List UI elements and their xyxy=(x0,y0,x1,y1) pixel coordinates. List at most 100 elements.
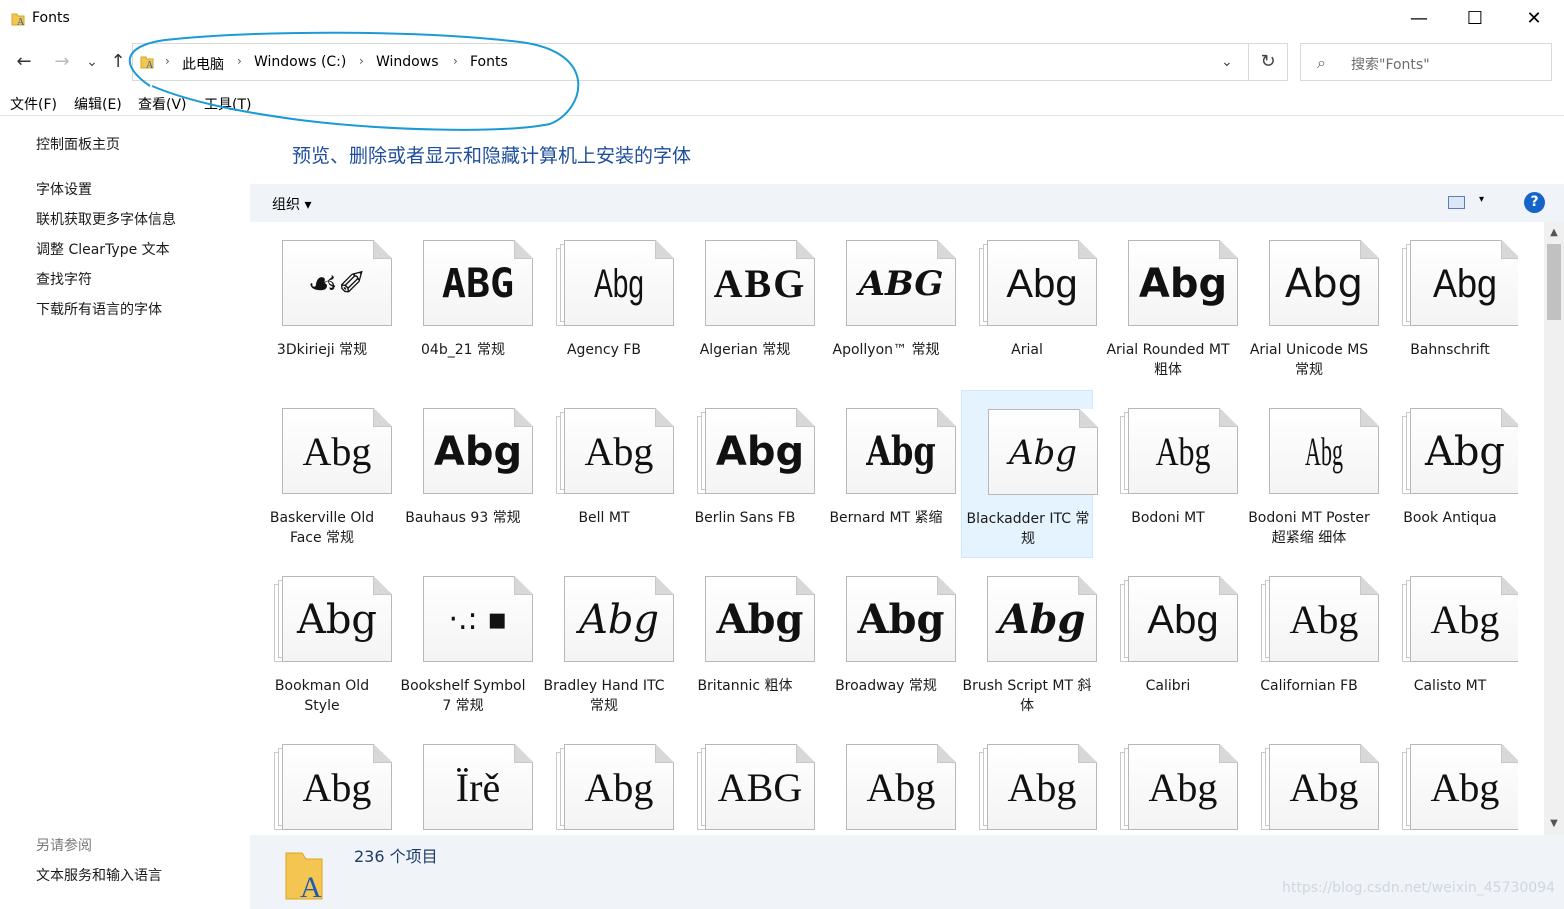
font-tile[interactable]: Abg xyxy=(256,726,392,835)
close-button[interactable]: ✕ xyxy=(1505,0,1563,38)
font-tile[interactable]: Abg Agency FB xyxy=(538,222,674,390)
font-sample-text: Abg xyxy=(1006,262,1078,306)
scroll-thumb[interactable] xyxy=(1547,244,1561,320)
scroll-down-icon[interactable]: ▼ xyxy=(1544,815,1564,833)
font-sample-text: Abg xyxy=(1289,597,1359,642)
address-dropdown-icon[interactable]: ⌄ xyxy=(1221,54,1233,70)
font-sample-text: Abg xyxy=(1155,429,1211,474)
font-tile[interactable]: Abg Californian FB xyxy=(1243,558,1379,726)
font-file-icon: Abg xyxy=(979,742,1097,834)
svg-text:A: A xyxy=(146,60,154,70)
font-tile[interactable]: Abg xyxy=(1102,726,1238,835)
font-file-icon: Abg xyxy=(979,574,1097,666)
font-tile[interactable]: Abg Bradley Hand ITC 常规 xyxy=(538,558,674,726)
font-name-label: Bernard MT 紧缩 xyxy=(829,510,943,526)
up-arrow-icon[interactable]: ↑ xyxy=(106,50,130,74)
view-options-icon[interactable] xyxy=(1448,196,1465,209)
font-sample-text: Abg xyxy=(1424,429,1506,475)
font-tile[interactable]: Ïrě xyxy=(397,726,533,835)
breadcrumb-chevron-icon[interactable]: › xyxy=(165,54,170,68)
font-tile[interactable]: Abg Broadway 常规 xyxy=(820,558,956,726)
sidebar-font-settings[interactable]: 字体设置 xyxy=(36,179,92,199)
sidebar-get-more-fonts-online[interactable]: 联机获取更多字体信息 xyxy=(36,209,176,229)
font-tile[interactable]: ·.: ▪ Bookshelf Symbol 7 常规 xyxy=(397,558,533,726)
font-sample-text: Abg xyxy=(716,596,804,643)
font-tile[interactable]: Abg Arial Unicode MS 常规 xyxy=(1243,222,1379,390)
font-sample-text: Abg xyxy=(302,765,372,810)
font-tile[interactable]: Abg Bodoni MT Poster 超紧缩 细体 xyxy=(1243,390,1379,558)
font-tile[interactable]: Abg Calisto MT xyxy=(1384,558,1518,726)
view-dropdown-icon[interactable]: ▾ xyxy=(1479,194,1484,205)
breadcrumb-chevron-icon[interactable]: › xyxy=(359,54,364,68)
font-tile[interactable]: Abg Arial Rounded MT 粗体 xyxy=(1102,222,1238,390)
font-tile[interactable]: Abg Calibri xyxy=(1102,558,1238,726)
minimize-button[interactable]: — xyxy=(1390,0,1448,38)
font-tile[interactable]: Abg Bell MT xyxy=(538,390,674,558)
search-input[interactable]: 搜索"Fonts" xyxy=(1351,54,1430,74)
font-tile[interactable]: Abg xyxy=(820,726,956,835)
menu-file[interactable]: 文件(F) xyxy=(10,94,57,114)
sidebar-control-panel-home[interactable]: 控制面板主页 xyxy=(36,134,120,154)
sidebar-adjust-cleartype[interactable]: 调整 ClearType 文本 xyxy=(36,239,170,259)
font-tile[interactable]: Abg xyxy=(1384,726,1518,835)
font-tile[interactable]: ABG Apollyon™ 常规 xyxy=(820,222,956,390)
font-tile[interactable]: Abg Bookman Old Style xyxy=(256,558,392,726)
font-tile[interactable]: Abg Bahnschrift xyxy=(1384,222,1518,390)
font-file-icon: Abg xyxy=(697,574,815,666)
font-file-icon: Abg xyxy=(1261,574,1379,666)
breadcrumb-fonts[interactable]: Fonts xyxy=(470,54,508,70)
font-name-label: Bookshelf Symbol 7 常规 xyxy=(400,678,526,714)
breadcrumb-windows-c[interactable]: Windows (C:) xyxy=(254,54,346,70)
menu-tools[interactable]: 工具(T) xyxy=(204,94,251,114)
back-arrow-icon[interactable]: ← xyxy=(12,50,36,74)
font-tile[interactable]: Abg Bodoni MT xyxy=(1102,390,1238,558)
font-file-icon: Abg xyxy=(274,574,392,666)
font-name-label: Calibri xyxy=(1145,678,1191,694)
font-file-icon: Abg xyxy=(1120,742,1238,834)
refresh-icon[interactable]: ↻ xyxy=(1248,43,1288,81)
vertical-scrollbar[interactable]: ▲ ▼ xyxy=(1544,222,1564,835)
font-tile[interactable]: Abg Bernard MT 紧缩 xyxy=(820,390,956,558)
sidebar-text-services[interactable]: 文本服务和输入语言 xyxy=(36,865,162,885)
address-bar[interactable]: A › 此电脑 › Windows (C:) › Windows › Fonts… xyxy=(132,43,1248,81)
font-tile[interactable]: ABG xyxy=(679,726,815,835)
breadcrumb-windows[interactable]: Windows xyxy=(376,54,439,70)
organize-button[interactable]: 组织 ▾ xyxy=(272,194,311,214)
breadcrumb-chevron-icon[interactable]: › xyxy=(453,54,458,68)
font-tile[interactable]: ABG 04b_21 常规 xyxy=(397,222,533,390)
maximize-button[interactable]: ☐ xyxy=(1446,0,1504,38)
font-tile[interactable]: Abg Britannic 粗体 xyxy=(679,558,815,726)
font-file-icon: Abg xyxy=(980,407,1098,499)
font-file-icon: Abg xyxy=(556,742,674,834)
font-sample-text: Abg xyxy=(584,765,654,810)
forward-arrow-icon[interactable]: → xyxy=(50,50,74,74)
font-tile[interactable]: Abg Blackadder ITC 常规 xyxy=(961,390,1098,558)
font-tile[interactable]: Abg xyxy=(538,726,674,835)
breadcrumb-this-pc[interactable]: 此电脑 xyxy=(182,54,224,74)
sidebar-find-character[interactable]: 查找字符 xyxy=(36,269,92,289)
font-file-icon: Ïrě xyxy=(415,742,533,834)
font-tile[interactable]: Abg Berlin Sans FB xyxy=(679,390,815,558)
font-name-label: Berlin Sans FB xyxy=(694,510,796,526)
font-name-label: Californian FB xyxy=(1260,678,1358,694)
menu-edit[interactable]: 编辑(E) xyxy=(74,94,122,114)
font-file-icon: Abg xyxy=(1402,574,1518,666)
font-tile[interactable]: Abg Arial xyxy=(961,222,1097,390)
font-tile[interactable]: Abg Bauhaus 93 常规 xyxy=(397,390,533,558)
font-tile[interactable]: ☙✐ 3Dkirieji 常规 xyxy=(256,222,392,390)
scroll-up-icon[interactable]: ▲ xyxy=(1544,224,1564,242)
font-tile[interactable]: Abg xyxy=(961,726,1097,835)
sidebar-download-all-language-fonts[interactable]: 下载所有语言的字体 xyxy=(36,299,162,319)
font-tile[interactable]: Abg Book Antiqua xyxy=(1384,390,1518,558)
font-tile[interactable]: ABG Algerian 常规 xyxy=(679,222,815,390)
help-icon[interactable]: ? xyxy=(1524,192,1545,213)
search-box[interactable]: ⌕ 搜索"Fonts" xyxy=(1300,43,1552,81)
font-tile[interactable]: Abg Brush Script MT 斜体 xyxy=(961,558,1097,726)
breadcrumb-chevron-icon[interactable]: › xyxy=(237,54,242,68)
font-tile[interactable]: Abg xyxy=(1243,726,1379,835)
menu-view[interactable]: 查看(V) xyxy=(138,94,187,114)
font-tile[interactable]: Abg Baskerville Old Face 常规 xyxy=(256,390,392,558)
recent-locations-icon[interactable]: ⌄ xyxy=(80,50,104,74)
font-sample-text: Abg xyxy=(715,429,805,475)
font-file-icon: Abg xyxy=(979,238,1097,330)
